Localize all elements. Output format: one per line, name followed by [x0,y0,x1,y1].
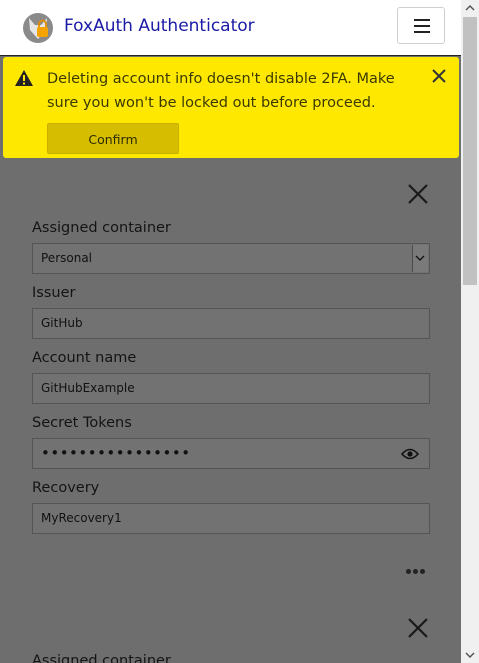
container-select[interactable]: Personal [32,243,430,274]
chevron-down-icon[interactable] [412,245,428,272]
delete-warning-banner: Deleting account info doesn't disable 2F… [3,57,459,158]
issuer-input[interactable]: GitHub [32,308,430,339]
foxauth-logo-icon [23,13,53,43]
warning-message: Deleting account info doesn't disable 2F… [47,71,395,111]
secret-tokens-value: •••••••••••••••• [41,444,191,462]
container-select-value: Personal [41,251,93,265]
remove-account-close-icon[interactable] [407,183,429,205]
remove-account-close-icon[interactable] [407,617,429,639]
scroll-down-icon[interactable] [461,647,479,663]
more-options-icon[interactable] [406,559,427,578]
account-name-input[interactable]: GitHubExample [32,373,430,404]
container-label: Assigned container [32,220,171,236]
scroll-up-icon[interactable] [461,0,479,16]
menu-bar-icon [414,31,430,33]
menu-bar-icon [414,25,430,27]
secret-tokens-label: Secret Tokens [32,415,132,431]
menu-bar-icon [414,19,430,21]
confirm-button[interactable]: Confirm [47,123,179,154]
secret-tokens-input[interactable]: •••••••••••••••• [32,438,430,469]
scroll-thumb[interactable] [463,17,477,285]
vertical-scrollbar[interactable] [461,0,479,663]
recovery-label: Recovery [32,480,100,496]
close-icon[interactable] [431,68,447,84]
header: FoxAuth Authenticator [0,0,461,56]
app-title: FoxAuth Authenticator [64,16,255,36]
issuer-label: Issuer [32,285,76,301]
recovery-input[interactable]: MyRecovery1 [32,503,430,534]
app-window: FoxAuth Authenticator Deleting account i… [0,0,461,663]
container-label: Assigned container [32,653,171,663]
warning-icon [15,70,33,86]
account-name-label: Account name [32,350,137,366]
eye-icon[interactable] [401,447,419,461]
hamburger-menu-button[interactable] [397,7,445,44]
